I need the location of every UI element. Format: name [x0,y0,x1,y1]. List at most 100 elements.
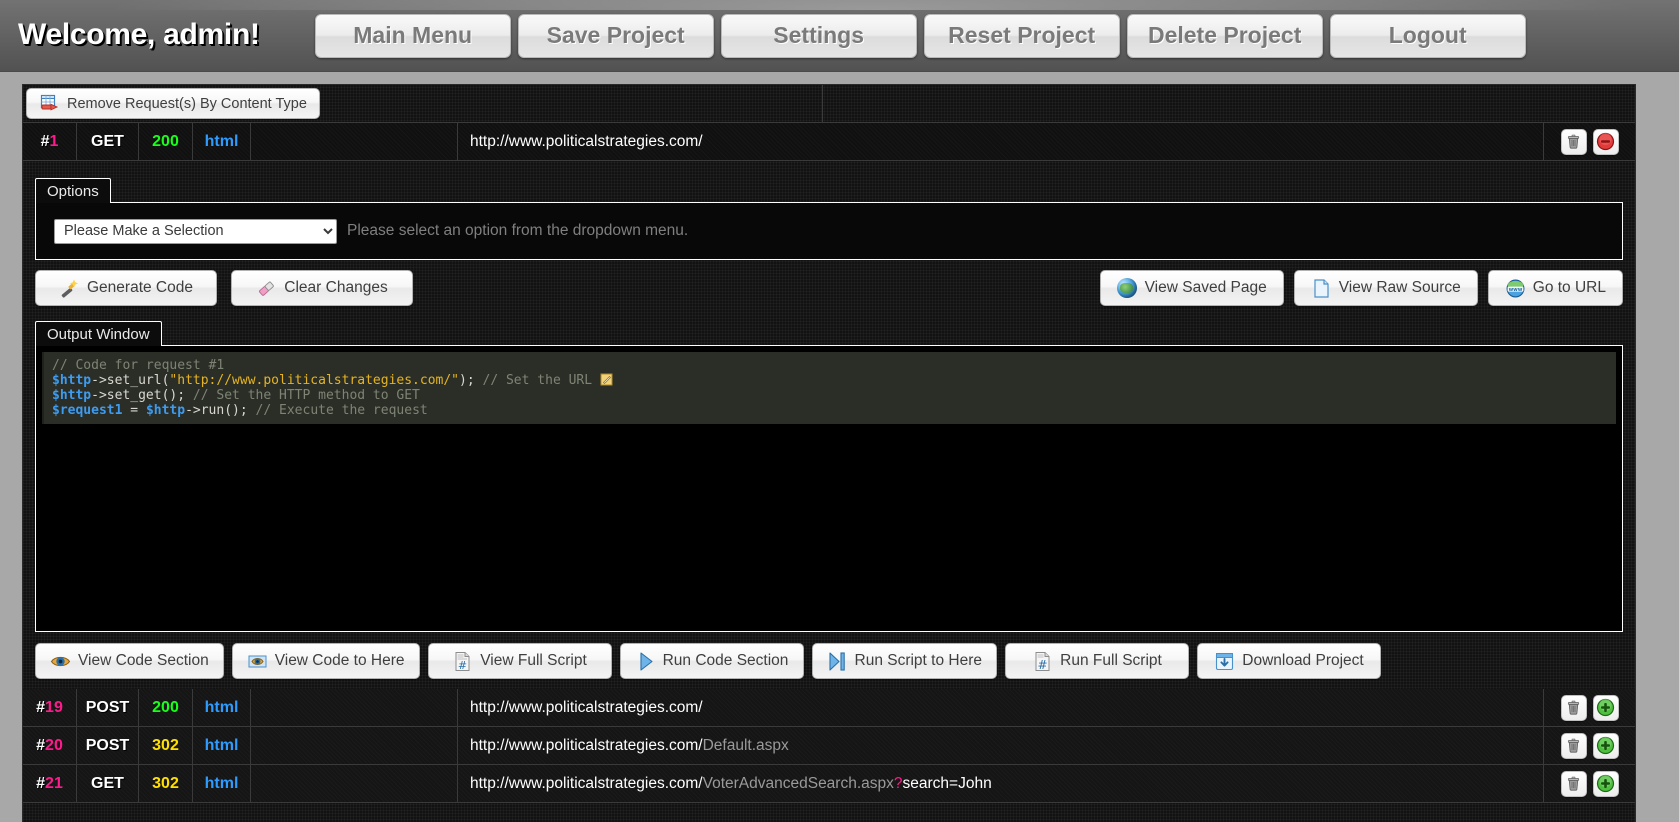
download-project-button[interactable]: Download Project [1197,643,1381,679]
request-row-icons [1543,765,1635,802]
welcome-message: Welcome, admin! [18,17,260,51]
play-to-end-icon [827,651,848,672]
request-spacer-cell [251,727,458,764]
main-stage: Remove Request(s) By Content Type #1 GET… [0,72,1679,822]
svg-text:www: www [1508,286,1522,292]
page-icon [1311,278,1332,299]
request-spacer-cell [251,123,458,160]
request-method-cell: GET [77,123,139,160]
output-window-region: Output Window // Code for request #1 $ht… [23,306,1635,632]
eye-marker-icon [247,651,268,672]
request-method-cell: POST [77,727,139,764]
play-icon [635,651,656,672]
script-action-bar: View Code Section View Code to Here # Vi… [23,632,1635,689]
view-full-script-button[interactable]: # View Full Script [427,643,612,679]
red-minus-icon[interactable] [1592,128,1619,155]
table-row[interactable]: #21 GET 302 html http://www.politicalstrateg… [23,765,1635,803]
clear-changes-button[interactable]: Clear Changes [231,270,413,306]
clear-changes-label: Clear Changes [284,279,388,296]
script-run-icon: # [1032,651,1053,672]
nav-button-delete-project[interactable]: Delete Project [1126,13,1323,58]
request-content-type-cell: html [193,727,251,764]
go-to-url-button[interactable]: www Go to URL [1487,270,1623,306]
run-code-section-label: Run Code Section [662,652,789,669]
request-row-icons [1543,727,1635,764]
request-status-cell: 302 [139,765,193,802]
view-raw-source-button[interactable]: View Raw Source [1293,270,1478,306]
nav-button-reset-project[interactable]: Reset Project [923,13,1120,58]
trash-icon[interactable] [1560,694,1587,721]
go-to-url-label: Go to URL [1532,279,1606,296]
request-index-cell: #19 [23,689,77,726]
run-script-to-here-button[interactable]: Run Script to Here [811,643,997,679]
request-content-type-cell: html [193,689,251,726]
download-project-label: Download Project [1242,652,1364,669]
request-method-cell: GET [77,765,139,802]
view-code-to-here-button[interactable]: View Code to Here [231,643,420,679]
run-full-script-label: Run Full Script [1060,652,1162,669]
selected-request-row[interactable]: #1 GET 200 html http://www.politicalstra… [23,123,1635,161]
run-code-section-button[interactable]: Run Code Section [619,643,804,679]
generate-code-button[interactable]: Generate Code [35,270,217,306]
request-row-icons [1543,689,1635,726]
trash-icon[interactable] [1560,770,1587,797]
options-tab-header: Options [35,175,1623,203]
svg-text:#: # [1038,658,1048,672]
view-code-to-here-label: View Code to Here [274,652,405,669]
run-full-script-button[interactable]: # Run Full Script [1005,643,1189,679]
request-index-cell: #1 [23,123,77,160]
eraser-icon [256,278,277,299]
nav-button-logout[interactable]: Logout [1329,13,1526,58]
eye-icon [50,651,71,672]
request-list: #19 POST 200 html http://www.politicalstrate… [23,689,1635,803]
request-url-cell: http://www.politicalstrategies.com/ [470,132,703,150]
trash-icon[interactable] [1560,732,1587,759]
request-url-cell: http://www.politicalstrategies.com/Voter… [470,774,992,792]
download-icon [1214,651,1235,672]
options-tab-region: Options Please Make a Selection Please s… [23,161,1635,260]
nav-button-main-menu[interactable]: Main Menu [314,13,511,58]
table-row[interactable]: #19 POST 200 html http://www.politicalstrate… [23,689,1635,727]
nav-button-settings[interactable]: Settings [720,13,917,58]
trash-icon[interactable] [1560,128,1587,155]
run-script-to-here-label: Run Script to Here [854,652,983,669]
request-url-cell: http://www.politicalstrategies.com/ [470,698,703,716]
svg-text:#: # [458,659,467,672]
green-plus-icon[interactable] [1592,770,1619,797]
www-globe-icon: www [1505,278,1526,299]
request-row-icons [1543,123,1635,160]
request-index-cell: #20 [23,727,77,764]
workspace-toolbar: Remove Request(s) By Content Type [23,85,1635,123]
tab-output-window[interactable]: Output Window [35,321,162,346]
green-plus-icon[interactable] [1592,732,1619,759]
view-saved-page-label: View Saved Page [1144,279,1267,296]
request-index-cell: #21 [23,765,77,802]
view-full-script-label: View Full Script [480,652,587,669]
request-spacer-cell [251,689,458,726]
globe-icon [1117,278,1138,299]
view-code-section-label: View Code Section [78,652,209,669]
options-tab-body: Please Make a Selection Please select an… [35,202,1623,260]
request-status-cell: 302 [139,727,193,764]
generate-code-label: Generate Code [87,279,193,296]
request-spacer-cell [251,765,458,802]
remove-requests-by-content-type-button[interactable]: Remove Request(s) By Content Type [26,88,320,119]
request-workspace-panel: Remove Request(s) By Content Type #1 GET… [22,84,1636,822]
green-plus-icon[interactable] [1592,694,1619,721]
request-content-type-cell: html [193,123,251,160]
output-window-body: // Code for request #1 $http->set_url("h… [35,345,1623,632]
request-url-cell: http://www.politicalstrategies.com/Defau… [470,736,789,754]
option-select[interactable]: Please Make a Selection [54,218,337,244]
request-status-cell: 200 [139,689,193,726]
request-content-type-cell: html [193,765,251,802]
magic-wand-icon [59,278,80,299]
view-saved-page-button[interactable]: View Saved Page [1099,270,1284,306]
option-hint-text: Please select an option from the dropdow… [347,222,689,239]
generated-code-block[interactable]: // Code for request #1 $http->set_url("h… [42,352,1616,424]
table-row[interactable]: #20 POST 302 html http://www.politicalstrate… [23,727,1635,765]
view-code-section-button[interactable]: View Code Section [35,643,224,679]
nav-button-save-project[interactable]: Save Project [517,13,714,58]
tab-options[interactable]: Options [35,178,111,203]
remove-requests-label: Remove Request(s) By Content Type [67,95,307,112]
